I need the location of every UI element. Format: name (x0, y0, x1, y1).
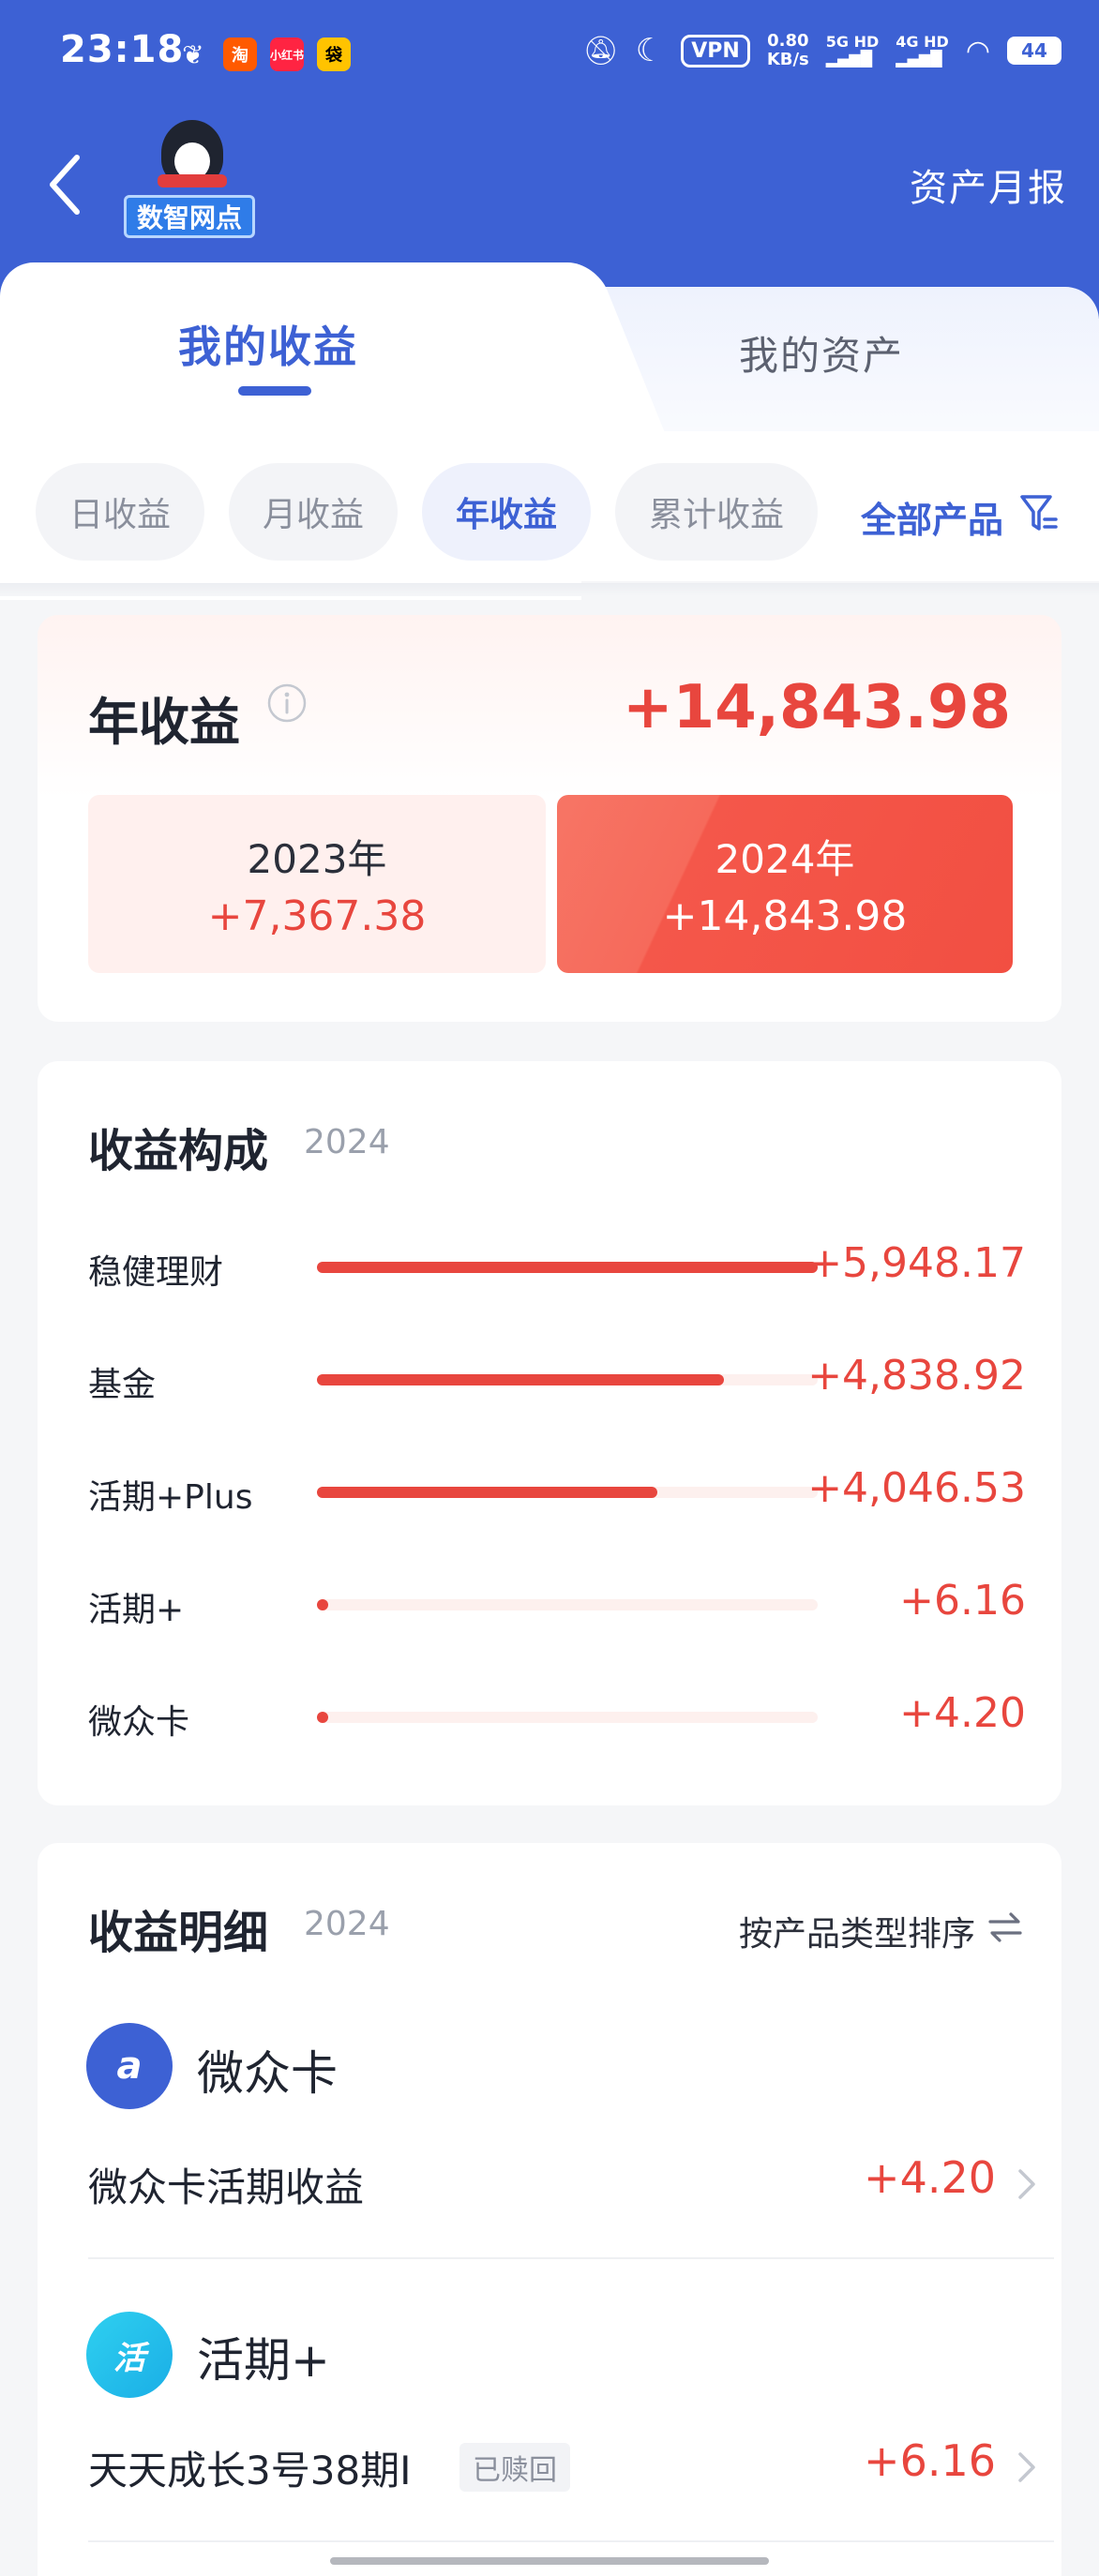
composition-year: 2024 (304, 1123, 390, 1161)
composition-value: +4,838.92 (807, 1352, 1026, 1400)
chevron-right-icon (1015, 2449, 1037, 2486)
signal-5g-icon: 5G HD▂▄▆█ (826, 34, 880, 67)
yearly-earnings-title: 年收益 (88, 681, 240, 755)
yearly-earnings-total: +14,843.98 (623, 673, 1011, 742)
logo: 数智网点 (120, 120, 261, 242)
composition-value: +4.20 (899, 1689, 1026, 1737)
yearly-earnings-card: 年收益 +14,843.98 2023年 +7,367.38 2024年 +14… (38, 615, 1061, 1022)
tab-monthly-earnings[interactable]: 月收益 (229, 463, 398, 561)
composition-row: 稳健理财 +5,948.17 (88, 1239, 1026, 1295)
composition-bar (317, 1712, 328, 1723)
all-products-filter[interactable]: 全部产品 (855, 491, 1003, 543)
year-2024-option[interactable]: 2024年 +14,843.98 (557, 795, 1013, 973)
item-name: 天天成长3号38期I (88, 2439, 412, 2496)
vpn-badge: VPN (681, 35, 750, 67)
composition-label: 微众卡 (88, 1695, 189, 1744)
composition-bar (317, 1374, 724, 1385)
group-name: 活期+ (197, 2323, 330, 2390)
composition-row: 微众卡 +4.20 (88, 1689, 1026, 1745)
mute-icon: 🔕︎ (583, 35, 619, 67)
composition-value: +5,948.17 (807, 1239, 1026, 1287)
composition-label: 活期+ (88, 1582, 184, 1631)
year-2023-option[interactable]: 2023年 +7,367.38 (88, 795, 546, 973)
year-label: 2023年 (248, 828, 387, 885)
xiaohongshu-icon: 小红书 (270, 37, 304, 71)
composition-bar (317, 1599, 328, 1610)
composition-bar-track (317, 1487, 818, 1498)
asset-monthly-report-link[interactable]: 资产月报 (910, 157, 1067, 212)
composition-row: 基金 +4,838.92 (88, 1352, 1026, 1408)
tab-my-earnings[interactable]: 我的收益 (178, 313, 358, 375)
page: 23:18 ❦ 淘 小红书 袋 🔕︎ ☾ VPN 0.80 KB/s 5G HD… (0, 0, 1099, 2576)
status-time: 23:18 (60, 28, 184, 71)
composition-label: 稳健理财 (88, 1245, 223, 1294)
detail-item[interactable]: 微众卡活期收益 +4.20 (88, 2134, 1045, 2231)
year-value: +7,367.38 (208, 892, 427, 940)
status-right: 🔕︎ ☾ VPN 0.80 KB/s 5G HD▂▄▆█ 4G HD▂▄▆█ ◠… (583, 32, 1061, 69)
filter-icon[interactable] (1018, 491, 1060, 534)
status-bar: 23:18 ❦ 淘 小红书 袋 🔕︎ ☾ VPN 0.80 KB/s 5G HD… (0, 0, 1099, 112)
redeemed-badge: 已赎回 (459, 2443, 570, 2492)
logo-label: 数智网点 (124, 195, 255, 238)
composition-value: +4,046.53 (807, 1464, 1026, 1512)
year-label: 2024年 (715, 828, 855, 885)
earnings-composition-card: 收益构成 2024 稳健理财 +5,948.17 基金 +4,838.92 活期… (38, 1061, 1061, 1805)
demand-plus-icon: 活 (86, 2312, 173, 2398)
composition-value: +6.16 (899, 1577, 1026, 1625)
composition-bar-track (317, 1374, 818, 1385)
composition-title: 收益构成 (88, 1114, 268, 1179)
meituan-icon: 袋 (317, 37, 351, 71)
tab-yearly-earnings[interactable]: 年收益 (422, 463, 591, 561)
moon-icon: ☾ (636, 32, 664, 69)
tab-daily-earnings[interactable]: 日收益 (36, 463, 204, 561)
detail-title: 收益明细 (88, 1895, 268, 1961)
taobao-icon: 淘 (223, 37, 257, 71)
composition-bar-track (317, 1712, 818, 1723)
earnings-detail-card: 收益明细 2024 按产品类型排序 a 微众卡 微众卡活期收益 +4.20 活 … (38, 1843, 1061, 2576)
composition-label: 基金 (88, 1357, 156, 1406)
composition-row: 活期+Plus +4,046.53 (88, 1464, 1026, 1520)
group-name: 微众卡 (197, 2036, 338, 2104)
weizhong-card-icon: a (86, 2023, 173, 2109)
signal-4g-icon: 4G HD▂▄▆█ (896, 34, 949, 67)
composition-bar-track (317, 1599, 818, 1610)
composition-bar (317, 1262, 818, 1273)
tab-cumulative-earnings[interactable]: 累计收益 (615, 463, 818, 561)
wifi-icon: ◠ (966, 35, 990, 67)
info-icon[interactable] (266, 682, 308, 724)
composition-label: 活期+Plus (88, 1470, 252, 1519)
year-value: +14,843.98 (663, 892, 908, 940)
battery-icon: 44 (1007, 37, 1061, 65)
item-value: +4.20 (864, 2152, 996, 2203)
home-indicator[interactable] (330, 2557, 769, 2565)
period-tabs: 日收益 月收益 年收益 累计收益 (36, 463, 818, 561)
sort-by-product-type-button[interactable]: 按产品类型排序 (739, 1907, 975, 1955)
item-value: +6.16 (864, 2435, 996, 2486)
composition-bar (317, 1487, 657, 1498)
net-speed: 0.80 KB/s (767, 32, 809, 69)
composition-row: 活期+ +6.16 (88, 1577, 1026, 1633)
back-arrow-icon[interactable] (47, 152, 84, 217)
detail-year: 2024 (304, 1905, 390, 1943)
detail-item[interactable]: 天天成长3号38期I 已赎回 +6.16 (88, 2417, 1045, 2514)
tab-my-assets[interactable]: 我的资产 (739, 324, 904, 382)
active-tab-indicator (238, 386, 311, 396)
leaf-icon: ❦ (176, 37, 210, 71)
chevron-right-icon (1015, 2165, 1037, 2203)
status-app-icons: ❦ 淘 小红书 袋 (176, 37, 351, 71)
item-name: 微众卡活期收益 (88, 2156, 364, 2213)
swap-sort-icon[interactable] (986, 1909, 1024, 1946)
composition-bar-track (317, 1262, 818, 1273)
